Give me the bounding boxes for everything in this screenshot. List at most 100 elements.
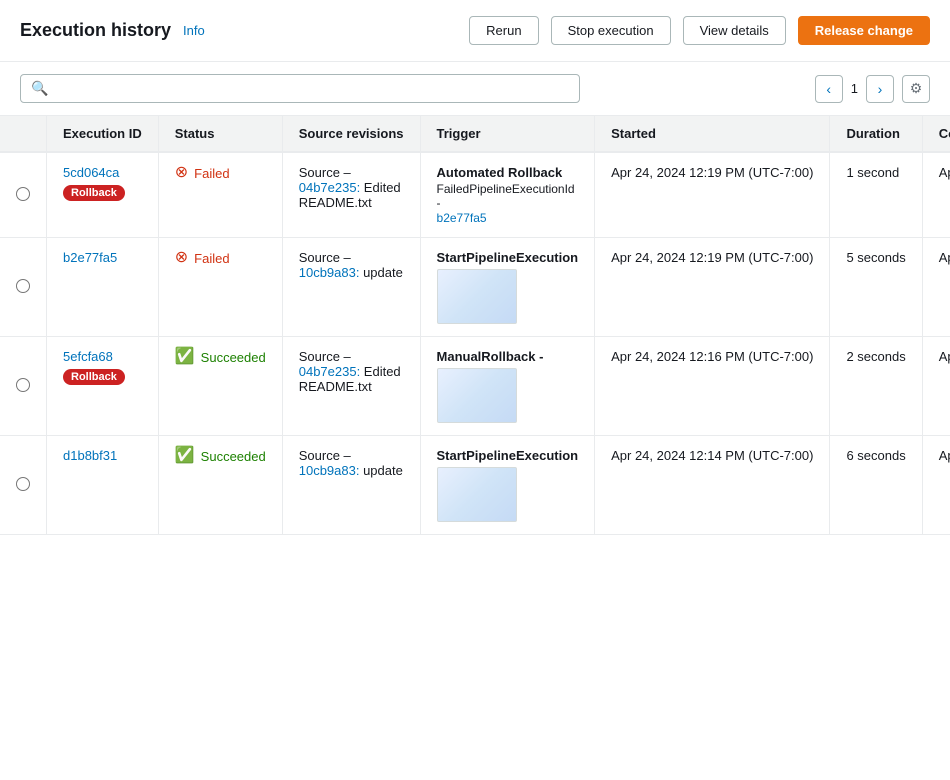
trigger-title: StartPipelineExecution [437, 448, 579, 463]
col-header-started: Started [595, 116, 830, 152]
row-select-cell [0, 238, 47, 337]
source-link[interactable]: 04b7e235: [299, 364, 360, 379]
started-cell: Apr 24, 2024 12:14 PM (UTC-7:00) [595, 436, 830, 535]
source-link[interactable]: 10cb9a83: [299, 463, 360, 478]
status-text: Failed [194, 166, 229, 181]
source-revisions-cell: Source – 10cb9a83: update [282, 238, 420, 337]
trigger-link[interactable]: b2e77fa5 [437, 211, 487, 225]
completed-cell: Apr 24, 2024 12:19 PM (UTC-7:00) [922, 238, 950, 337]
execution-history-table: Execution ID Status Source revisions Tri… [0, 116, 950, 535]
settings-icon[interactable]: ⚙ [902, 75, 930, 103]
trigger-cell: Automated Rollback FailedPipelineExecutio… [420, 152, 595, 238]
completed-cell: Apr 24, 2024 12:14 PM (UTC-7:00) [922, 436, 950, 535]
col-header-completed: Completed [922, 116, 950, 152]
execution-id-link[interactable]: 5cd064ca [63, 165, 142, 180]
duration-cell: 1 second [830, 152, 922, 238]
search-input[interactable] [54, 81, 569, 96]
rollback-badge: Rollback [63, 185, 125, 201]
trigger-title: StartPipelineExecution [437, 250, 579, 265]
col-header-trigger: Trigger [420, 116, 595, 152]
execution-id-link[interactable]: d1b8bf31 [63, 448, 142, 463]
page-number: 1 [851, 81, 858, 96]
col-header-duration: Duration [830, 116, 922, 152]
source-prefix: Source – [299, 448, 351, 463]
info-link[interactable]: Info [183, 23, 205, 38]
source-link[interactable]: 10cb9a83: [299, 265, 360, 280]
source-link[interactable]: 04b7e235: [299, 180, 360, 195]
source-revisions-cell: Source – 04b7e235: Edited README.txt [282, 337, 420, 436]
pagination: ‹ 1 › ⚙ [815, 75, 930, 103]
source-revisions-cell: Source – 04b7e235: Edited README.txt [282, 152, 420, 238]
status-cell: ⊗ Failed [158, 152, 282, 238]
row-radio-3[interactable] [16, 477, 30, 491]
next-page-button[interactable]: › [866, 75, 894, 103]
col-header-select [0, 116, 47, 152]
trigger-image [437, 467, 517, 522]
col-header-execution-id: Execution ID [47, 116, 159, 152]
status-cell: ✅ Succeeded [158, 436, 282, 535]
failed-icon: ⊗ [175, 250, 188, 266]
release-change-button[interactable]: Release change [798, 16, 930, 45]
search-wrapper: 🔍 [20, 74, 580, 103]
trigger-image [437, 368, 517, 423]
page-title: Execution history [20, 20, 171, 41]
status-cell: ✅ Succeeded [158, 337, 282, 436]
execution-id-cell: b2e77fa5 [47, 238, 159, 337]
duration-cell: 2 seconds [830, 337, 922, 436]
status-text: Failed [194, 251, 229, 266]
duration-cell: 5 seconds [830, 238, 922, 337]
failed-icon: ⊗ [175, 165, 188, 181]
status-text: Succeeded [201, 350, 266, 365]
trigger-title: Automated Rollback [437, 165, 579, 180]
table-container: Execution ID Status Source revisions Tri… [0, 116, 950, 535]
started-cell: Apr 24, 2024 12:19 PM (UTC-7:00) [595, 238, 830, 337]
started-cell: Apr 24, 2024 12:16 PM (UTC-7:00) [595, 337, 830, 436]
execution-id-link[interactable]: b2e77fa5 [63, 250, 142, 265]
page-header: Execution history Info Rerun Stop execut… [0, 0, 950, 62]
trigger-cell: StartPipelineExecution [420, 238, 595, 337]
trigger-image [437, 269, 517, 324]
rerun-button[interactable]: Rerun [469, 16, 538, 45]
table-body: 5cd064ca Rollback ⊗ Failed Source – 04b7e235… [0, 152, 950, 535]
row-select-cell [0, 152, 47, 238]
execution-id-cell: 5efcfa68 Rollback [47, 337, 159, 436]
view-details-button[interactable]: View details [683, 16, 786, 45]
prev-page-button[interactable]: ‹ [815, 75, 843, 103]
source-prefix: Source – [299, 165, 351, 180]
table-row: b2e77fa5 ⊗ Failed Source – 10cb9a83: update… [0, 238, 950, 337]
status-text: Succeeded [201, 449, 266, 464]
status-cell: ⊗ Failed [158, 238, 282, 337]
execution-id-cell: 5cd064ca Rollback [47, 152, 159, 238]
row-radio-0[interactable] [16, 187, 30, 201]
execution-id-cell: d1b8bf31 [47, 436, 159, 535]
row-select-cell [0, 337, 47, 436]
duration-cell: 6 seconds [830, 436, 922, 535]
source-detail: update [359, 463, 402, 478]
completed-cell: Apr 24, 2024 12:16 PM (UTC-7:00) [922, 337, 950, 436]
success-icon: ✅ [175, 349, 195, 365]
stop-execution-button[interactable]: Stop execution [551, 16, 671, 45]
search-icon: 🔍 [31, 80, 48, 97]
col-header-status: Status [158, 116, 282, 152]
source-prefix: Source – [299, 250, 351, 265]
row-radio-1[interactable] [16, 279, 30, 293]
source-detail: update [359, 265, 402, 280]
success-icon: ✅ [175, 448, 195, 464]
row-select-cell [0, 436, 47, 535]
table-header: Execution ID Status Source revisions Tri… [0, 116, 950, 152]
rollback-badge: Rollback [63, 369, 125, 385]
started-cell: Apr 24, 2024 12:19 PM (UTC-7:00) [595, 152, 830, 238]
trigger-sub1: FailedPipelineExecutionId - [437, 182, 579, 210]
source-revisions-cell: Source – 10cb9a83: update [282, 436, 420, 535]
table-row: 5cd064ca Rollback ⊗ Failed Source – 04b7e235… [0, 152, 950, 238]
trigger-cell: ManualRollback - [420, 337, 595, 436]
col-header-source-revisions: Source revisions [282, 116, 420, 152]
execution-id-link[interactable]: 5efcfa68 [63, 349, 142, 364]
table-row: 5efcfa68 Rollback ✅ Succeeded Source – 04b7e… [0, 337, 950, 436]
row-radio-2[interactable] [16, 378, 30, 392]
trigger-cell: StartPipelineExecution [420, 436, 595, 535]
completed-cell: Apr 24, 2024 12:19 PM (UTC-7:00) [922, 152, 950, 238]
trigger-title: ManualRollback - [437, 349, 579, 364]
table-row: d1b8bf31 ✅ Succeeded Source – 10cb9a83: upd… [0, 436, 950, 535]
source-prefix: Source – [299, 349, 351, 364]
